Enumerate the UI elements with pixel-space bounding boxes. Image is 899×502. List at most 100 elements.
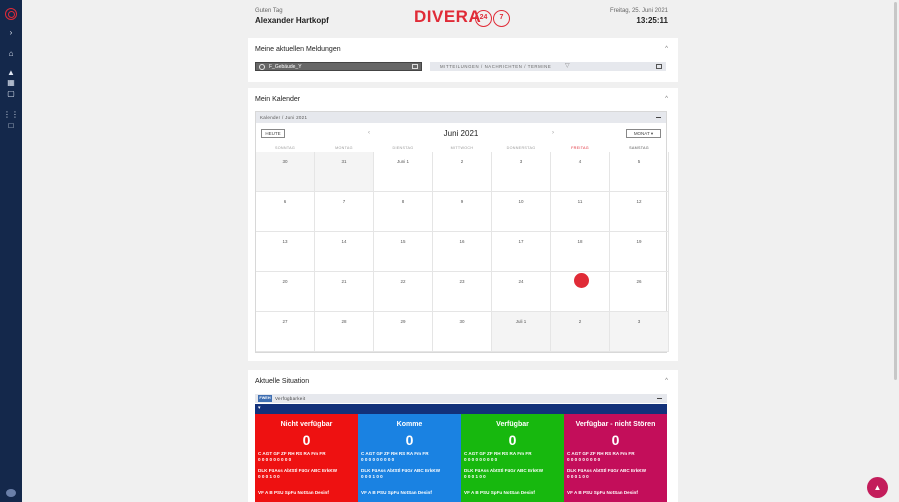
chevron-down-icon[interactable]: ▾ xyxy=(258,405,261,411)
qualification-labels: DLK FüAss AbtStl FüGr ABC ErkKW xyxy=(361,468,441,473)
calendar-day-cell[interactable]: 28 xyxy=(315,312,374,352)
filter-icon[interactable]: ▽ xyxy=(565,62,570,69)
qualification-labels: DLK FüAss AbtStl FüGr ABC ErkKW xyxy=(567,468,647,473)
brand-circle-7: 7 xyxy=(493,10,510,27)
calendar-day-cell[interactable]: 3 xyxy=(610,312,669,352)
calendar-day-number: 31 xyxy=(341,159,347,164)
calendar-day-cell[interactable]: 6 xyxy=(256,192,315,232)
status-column-title: Komme xyxy=(396,421,423,428)
qualification-labels: DLK FüAss AbtStl FüGr ABC ErkKW xyxy=(464,468,544,473)
calendar-day-cell[interactable]: 16 xyxy=(433,232,492,272)
calendar-day-cell[interactable]: 20 xyxy=(256,272,315,312)
calendar-icon[interactable] xyxy=(656,64,662,69)
qualification-labels: C AGT GF ZF RH RS RA Fm FR xyxy=(258,451,326,456)
calendar-day-cell[interactable]: 2 xyxy=(433,152,492,192)
calendar-day-cell[interactable]: 26 xyxy=(610,272,669,312)
calendar-day-cell[interactable]: Juli 1 xyxy=(492,312,551,352)
situation-title: Aktuelle Situation xyxy=(255,378,310,385)
qualification-values: 0 0 0 0 0 0 0 0 0 xyxy=(464,457,498,462)
calendar-day-number: 22 xyxy=(400,279,406,284)
collapse-chevron-icon[interactable]: ^ xyxy=(665,378,668,384)
calendar-day-cell[interactable]: 7 xyxy=(315,192,374,232)
calendar-day-number: 20 xyxy=(282,279,288,284)
alarm-fab-button[interactable]: ▲ xyxy=(867,477,888,498)
next-month-icon[interactable]: › xyxy=(552,130,554,136)
calendar-day-cell[interactable]: 15 xyxy=(374,232,433,272)
calendar-day-cell[interactable]: 12 xyxy=(610,192,669,232)
weekday-header: MONTAG xyxy=(335,146,353,150)
calendar-day-cell[interactable]: 27 xyxy=(256,312,315,352)
message-filter[interactable]: MITTEILUNGEN / NACHRICHTEN / TERMINE ▽ xyxy=(430,62,666,71)
calendar-day-cell[interactable]: 30 xyxy=(256,152,315,192)
status-column[interactable]: Verfügbar - nicht Stören 0 C AGT GF ZF RH … xyxy=(564,414,667,502)
calendar-day-cell[interactable]: 24 xyxy=(492,272,551,312)
calendar-day-cell[interactable]: 8 xyxy=(374,192,433,232)
calendar-day-cell[interactable]: Juni 1 xyxy=(374,152,433,192)
calendar-day-number: 11 xyxy=(577,199,583,204)
calendar-day-number: 16 xyxy=(459,239,465,244)
weekday-header: FREITAG xyxy=(571,146,589,150)
brand-logo: DIVERA xyxy=(414,7,482,26)
situation-bar: ▾ xyxy=(255,404,667,414)
minimize-icon[interactable] xyxy=(657,398,662,399)
filter-text: MITTEILUNGEN / NACHRICHTEN / TERMINE xyxy=(440,64,552,69)
calendar-day-number: 29 xyxy=(400,319,406,324)
calendar-day-number: 6 xyxy=(283,199,287,204)
status-column-count: 0 xyxy=(405,432,414,448)
logo-icon[interactable] xyxy=(5,8,17,20)
status-column[interactable]: Nicht verfügbar 0 C AGT GF ZF RH RS RA Fm … xyxy=(255,414,358,502)
calendar-day-number: 28 xyxy=(341,319,347,324)
calendar: Kalender / Juni 2021 HEUTE ‹ Juni 2021 ›… xyxy=(255,111,669,353)
calendar-day-number: 5 xyxy=(637,159,641,164)
weekday-header: SONNTAG xyxy=(274,146,296,150)
qualification-values: 0 0 0 1 0 0 xyxy=(258,474,280,479)
view-select-label: MONAT xyxy=(633,131,650,136)
check-circle-icon xyxy=(259,64,265,70)
calendar-day-cell[interactable]: 2 xyxy=(551,312,610,352)
calendar-day-cell[interactable]: 18 xyxy=(551,232,610,272)
calendar-day-cell[interactable]: 23 xyxy=(433,272,492,312)
calendar-day-cell[interactable]: 21 xyxy=(315,272,374,312)
view-select[interactable]: MONAT ▾ xyxy=(626,129,661,138)
calendar-day-number: 2 xyxy=(460,159,464,164)
calendar-day-cell[interactable]: 19 xyxy=(610,232,669,272)
calendar-day-cell[interactable]: 17 xyxy=(492,232,551,272)
scrollbar[interactable] xyxy=(892,0,899,502)
brand-circle-24: 24 xyxy=(475,10,492,27)
weekday-header: MITTWOCH xyxy=(450,146,474,150)
header-date: Freitag, 25. Juni 2021 xyxy=(609,8,668,14)
calendar-day-cell[interactable]: 11 xyxy=(551,192,610,232)
chat-icon[interactable]: □ xyxy=(0,120,22,132)
calendar-day-cell[interactable]: 10 xyxy=(492,192,551,232)
calendar-icon[interactable] xyxy=(412,64,418,69)
status-column[interactable]: Komme 0 C AGT GF ZF RH RS RA Fm FR 0 0 0 0 … xyxy=(358,414,461,502)
home-icon[interactable]: ⌂ xyxy=(0,48,22,60)
collapse-chevron-icon[interactable]: ^ xyxy=(665,96,668,102)
calendar-day-cell[interactable]: 13 xyxy=(256,232,315,272)
calendar-day-number: 30 xyxy=(282,159,288,164)
qualification-labels: C AGT GF ZF RH RS RA Fm FR xyxy=(361,451,429,456)
minimize-icon[interactable] xyxy=(656,117,661,118)
qualification-labels: DLK FüAss AbtStl FüGr ABC ErkKW xyxy=(258,468,338,473)
calendar-day-cell[interactable]: 30 xyxy=(433,312,492,352)
status-column-title: Verfügbar xyxy=(496,421,529,428)
weekday-header: DONNERSTAG xyxy=(506,146,536,150)
group-tag[interactable]: F_Gebäude_Y xyxy=(255,62,422,71)
calendar-day-cell[interactable]: 5 xyxy=(610,152,669,192)
avatar[interactable] xyxy=(6,489,16,497)
status-column[interactable]: Verfügbar 0 C AGT GF ZF RH RS RA Fm FR 0 0 … xyxy=(461,414,564,502)
calendar-day-cell[interactable]: 31 xyxy=(315,152,374,192)
calendar-day-cell[interactable]: 14 xyxy=(315,232,374,272)
situation-header: FWEH Verfügbarkeit xyxy=(255,394,667,403)
collapse-chevron-icon[interactable]: ^ xyxy=(665,46,668,52)
calendar-day-cell[interactable]: 29 xyxy=(374,312,433,352)
monitor-icon[interactable]: ▢ xyxy=(0,88,22,100)
today-marker xyxy=(574,273,589,288)
scrollbar-thumb[interactable] xyxy=(894,2,897,380)
group-tag-label: F_Gebäude_Y xyxy=(269,64,302,70)
calendar-day-cell[interactable]: 4 xyxy=(551,152,610,192)
calendar-day-cell[interactable]: 9 xyxy=(433,192,492,232)
expand-icon[interactable]: › xyxy=(0,27,22,39)
calendar-day-cell[interactable]: 3 xyxy=(492,152,551,192)
calendar-day-cell[interactable]: 22 xyxy=(374,272,433,312)
